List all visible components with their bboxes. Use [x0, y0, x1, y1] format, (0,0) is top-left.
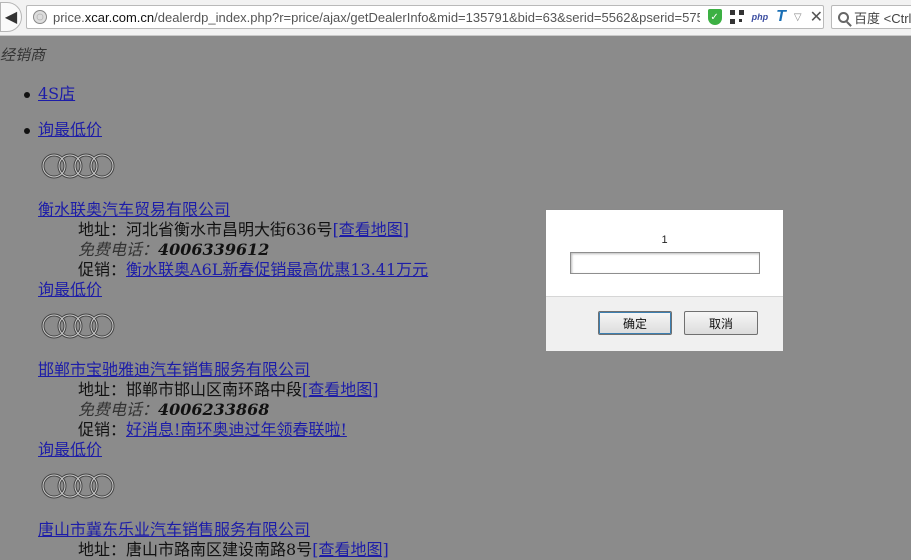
ok-button[interactable]: 确定: [598, 311, 672, 335]
promo-link[interactable]: 好消息!南环奥迪过年领春联啦!: [126, 420, 347, 439]
php-icon[interactable]: php: [752, 12, 769, 22]
menu-link-4s[interactable]: 4S店: [38, 84, 75, 103]
audi-logo-icon[interactable]: [40, 152, 116, 180]
menu-link-askprice[interactable]: 询最低价: [38, 120, 102, 139]
askprice-link[interactable]: 询最低价: [38, 436, 102, 460]
promo-link[interactable]: 衡水联奥A6L新春促销最高优惠13.41万元: [126, 260, 428, 279]
address-label: 地址：: [78, 540, 127, 559]
browser-toolbar: ◀ price.xcar.com.cn/dealerdp_index.php?r…: [0, 0, 911, 36]
qr-code-icon[interactable]: [729, 10, 744, 24]
page-title: 经销商: [0, 46, 46, 64]
translate-icon[interactable]: T: [776, 8, 786, 26]
dialog-body: 1: [546, 210, 783, 297]
globe-icon: [33, 10, 47, 24]
address-bar[interactable]: price.xcar.com.cn/dealerdp_index.php?r=p…: [26, 5, 824, 29]
address-bar-icons: ✓ php T ▽ ✕: [707, 7, 823, 27]
url-prefix: price.: [53, 9, 85, 25]
dealer-address: 地址：唐山市路南区建设南路8号[查看地图]: [78, 536, 389, 560]
prompt-dialog: 1 确定 取消: [545, 209, 784, 351]
map-link[interactable]: [查看地图]: [302, 380, 379, 399]
dealer-promo: 促销：好消息!南环奥迪过年领春联啦!: [78, 416, 347, 440]
url-domain: xcar.com.cn: [84, 9, 155, 25]
url-text[interactable]: price.xcar.com.cn/dealerdp_index.php?r=p…: [53, 10, 700, 25]
address-value: 唐山市路南区建设南路8号: [126, 540, 313, 559]
askprice-link[interactable]: 询最低价: [38, 276, 102, 300]
menu-item-4s: 4S店: [24, 80, 75, 104]
search-placeholder: 百度 <Ctrl: [854, 10, 911, 26]
audi-logo-icon[interactable]: [40, 312, 116, 340]
bullet: [24, 127, 30, 134]
dealer-promo: 促销：衡水联奥A6L新春促销最高优惠13.41万元: [78, 256, 428, 280]
search-box[interactable]: 百度 <Ctrl: [831, 5, 911, 29]
url-path: /dealerdp_index.php?r=price/ajax/getDeal…: [154, 9, 700, 25]
dialog-message: 1: [661, 234, 668, 246]
dialog-footer: 确定 取消: [546, 297, 783, 351]
dropdown-icon[interactable]: ▽: [794, 12, 802, 23]
menu-item-askprice: 询最低价: [24, 116, 102, 140]
search-icon: [838, 11, 849, 23]
back-arrow-icon: ◀: [4, 9, 18, 26]
map-link[interactable]: [查看地图]: [312, 540, 389, 559]
audi-logo-icon[interactable]: [40, 472, 116, 500]
bullet: [24, 91, 30, 98]
map-link[interactable]: [查看地图]: [333, 220, 410, 239]
close-icon[interactable]: ✕: [810, 7, 823, 27]
cancel-button[interactable]: 取消: [684, 311, 758, 335]
shield-icon[interactable]: ✓: [707, 9, 722, 25]
back-button[interactable]: ◀: [0, 2, 22, 32]
dialog-input[interactable]: [570, 252, 760, 274]
